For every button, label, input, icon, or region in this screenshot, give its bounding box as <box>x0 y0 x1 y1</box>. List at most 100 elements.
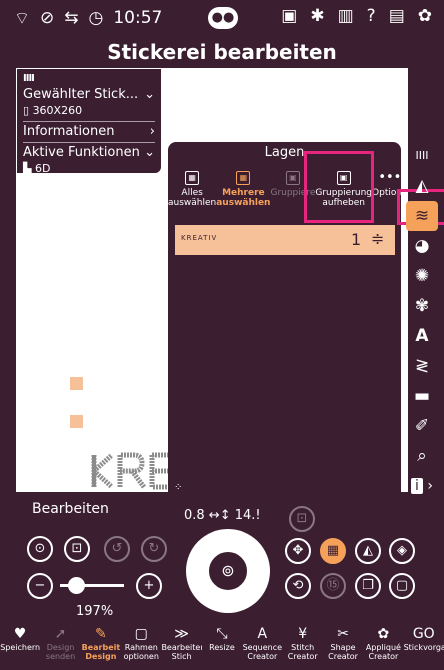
message-icon[interactable]: ▤ <box>389 6 405 26</box>
presser-foot-icon: ▙ <box>23 162 32 175</box>
wifi-icon: ⌔ <box>14 8 30 29</box>
hoop-size-row: ▯ 360X260 <box>23 103 155 119</box>
scale-icon[interactable]: ⊡ <box>289 506 315 532</box>
drag-bars-icon[interactable]: IIII <box>404 141 440 171</box>
nav-label: Bearbeit <box>81 643 121 652</box>
zoom-in-icon[interactable]: + <box>136 573 162 599</box>
stitch-tool-icon[interactable]: ◭ <box>404 171 440 201</box>
book-icon[interactable]: ▥ <box>338 6 354 26</box>
resize-handle[interactable] <box>70 377 83 390</box>
nav-label: Sequence <box>242 643 283 652</box>
tool-label: Alles <box>181 188 203 198</box>
nav-shape-creator[interactable]: ✂ Shape Creator <box>323 620 363 670</box>
machine-icon[interactable]: ●● <box>208 7 238 29</box>
nav-label: senden <box>45 652 76 661</box>
zoom-out-icon[interactable]: − <box>27 573 53 599</box>
rotate-15-icon[interactable]: ⑮ <box>320 573 346 599</box>
center-icon[interactable]: ⊙ <box>27 536 53 562</box>
stitch-icon[interactable]: ≷ <box>404 351 440 381</box>
tool-label: auswählen <box>168 198 217 208</box>
edit-stitch-icon: ≫ <box>174 626 189 642</box>
undo-icon[interactable]: ↺ <box>104 536 130 562</box>
nav-label: Bearbeiten <box>161 643 202 652</box>
bottom-nav: ♥ Speichern ➚ Design senden ✎ Bearbeit Design… <box>0 620 444 670</box>
select-multiple-icon: ▦ <box>236 171 251 185</box>
design-icon[interactable]: ✾ <box>404 291 440 321</box>
info-icon[interactable]: i › <box>404 471 440 501</box>
redo-icon[interactable]: ↻ <box>141 536 167 562</box>
select-all-icon: ▦ <box>185 171 200 185</box>
informationen-row[interactable]: Informationen › <box>23 124 155 140</box>
nav-stitch-creator[interactable]: ¥ Stitch Creator <box>283 620 323 670</box>
sequence-icon: A <box>257 626 268 642</box>
page-title: Stickerei bearbeiten <box>107 40 337 64</box>
active-functions-row[interactable]: Aktive Funktionen ⌄ <box>23 145 155 161</box>
app: ⌔ ⊘ ⇆ ◷ 10:57 ●● ▣ ✱ ▥ ? ▤ ✿ Stickerei b… <box>0 0 444 670</box>
nav-rahmen-optionen[interactable]: ▢ Rahmen optionen <box>121 620 161 670</box>
select-multiple-button[interactable]: ▦ Mehrere auswählen <box>216 165 270 211</box>
rotate-ccw-icon[interactable]: ⟲ <box>285 573 311 599</box>
fit-icon[interactable]: ⊡ <box>64 536 90 562</box>
nav-label: Creator <box>368 652 399 661</box>
select-all-button[interactable]: ▦ Alles auswählen <box>168 165 216 211</box>
hoop-options-icon: ▢ <box>134 626 148 642</box>
zoom-slider[interactable] <box>60 577 124 594</box>
frame-icon[interactable]: ▢ <box>389 573 415 599</box>
nav-bearbeit-design[interactable]: ✎ Bearbeit Design <box>81 620 121 670</box>
mirror-icon[interactable]: ◭ <box>355 538 381 564</box>
selected-design-row[interactable]: Gewählter Stick... ⌄ <box>23 87 155 103</box>
wand-icon[interactable]: ✐ <box>404 411 440 441</box>
lock-icon[interactable]: ⊚ <box>206 549 250 593</box>
save-icon: ♥ <box>13 626 27 642</box>
palette-icon[interactable]: ◕ <box>404 231 440 261</box>
nav-resize[interactable]: ⤡ Resize <box>202 620 242 670</box>
bluetooth-icon[interactable]: ✱ <box>310 6 324 26</box>
nav-label: Speichern <box>0 643 41 652</box>
positioning-dpad[interactable]: ⊚ <box>186 529 270 613</box>
resize-icon: ⤡ <box>216 626 228 642</box>
clock-icon: ◷ <box>88 8 104 28</box>
nav-label: Creator <box>328 652 358 661</box>
layer-row[interactable]: KREATIV 1 ≑ <box>175 225 395 255</box>
move-icon[interactable]: ✥ <box>285 538 311 564</box>
send-icon: ➚ <box>54 626 67 642</box>
reorder-icon[interactable]: ≑ <box>371 229 384 248</box>
nav-label: Shape <box>330 643 356 652</box>
nav-stickvorgang[interactable]: GOStickvorgang <box>404 620 444 670</box>
nav-applique-creator[interactable]: ✿ Appliqué Creator <box>363 620 403 670</box>
usb-icon: ⇆ <box>64 8 79 28</box>
zoom-slider-knob[interactable] <box>68 577 85 594</box>
right-toolbar: IIII ◭ ≋ ◕ ✺ ✾ A ≷ ▬ ✐ ⌕ i › <box>404 141 440 494</box>
divider <box>23 142 155 143</box>
tool-label: Mehrere <box>222 188 265 198</box>
font-icon[interactable]: A <box>404 321 440 351</box>
shape-icon: ✂ <box>337 626 349 642</box>
drag-handle-icon[interactable]: IIII <box>23 71 155 87</box>
status-right-icons: ▣ ✱ ▥ ? ▤ ✿ <box>281 6 432 26</box>
hoop-icon: ▯ <box>23 104 30 117</box>
search-icon[interactable]: ⌕ <box>404 441 440 471</box>
nav-speichern[interactable]: ♥ Speichern <box>0 620 40 670</box>
cast-icon[interactable]: ▣ <box>281 6 297 26</box>
nav-label: Rahmen <box>124 643 158 652</box>
nav-bearbeiten-stich[interactable]: ≫ Bearbeiten Stich <box>161 620 201 670</box>
help-icon[interactable]: ? <box>367 6 376 26</box>
folder-icon[interactable]: ▬ <box>404 381 440 411</box>
duplicate-icon[interactable]: ❐ <box>355 573 381 599</box>
layers-icon[interactable]: ≋ <box>406 201 438 231</box>
chevron-right-icon: › <box>149 124 155 139</box>
resize-handle[interactable] <box>70 415 83 428</box>
nav-label: Creator <box>247 652 278 661</box>
layer-number: 1 <box>351 230 362 249</box>
nav-sequence-creator[interactable]: A Sequence Creator <box>242 620 282 670</box>
status-time: 10:57 <box>113 8 163 28</box>
scatter-icon: ⁘ <box>174 482 183 493</box>
nav-design-senden[interactable]: ➚ Design senden <box>40 620 80 670</box>
settings-icon[interactable]: ✺ <box>404 261 440 291</box>
presser-foot-text: 6D <box>34 162 51 175</box>
rotate-icon[interactable]: ◈ <box>389 538 415 564</box>
gear-icon[interactable]: ✿ <box>418 6 432 26</box>
multi-select-icon[interactable]: ▦ <box>320 538 346 564</box>
size-readout: 0.8 ↔↕ 14.! <box>184 508 261 523</box>
nav-label: Stich <box>171 652 192 661</box>
